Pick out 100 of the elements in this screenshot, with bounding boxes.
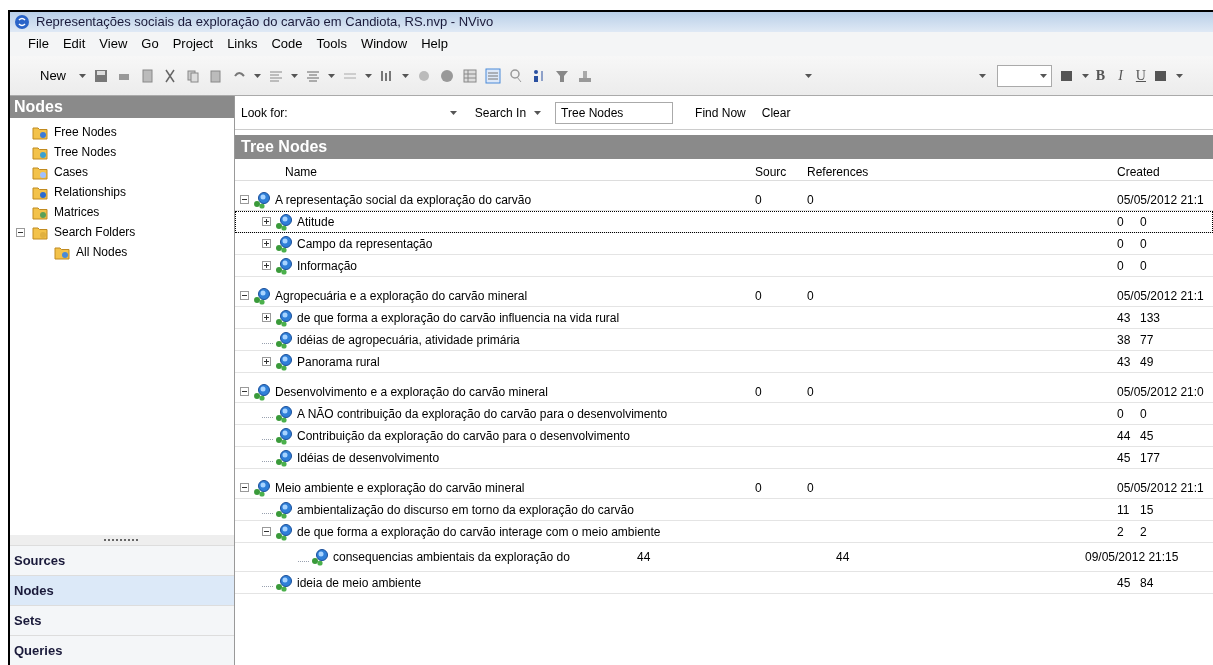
table-cell-text: 0 xyxy=(1117,213,1125,231)
caret-icon[interactable] xyxy=(291,73,298,78)
nav-button[interactable]: Queries xyxy=(10,635,234,665)
caret-icon[interactable] xyxy=(449,110,457,115)
sidebar-item[interactable]: Cases xyxy=(32,162,234,182)
table-cell-text: 0 xyxy=(807,383,815,401)
table-cell-text: 84 xyxy=(1140,574,1155,592)
caret-icon[interactable] xyxy=(365,73,372,78)
node-name: A representação social da exploração do carvão xyxy=(275,191,532,209)
expander-icon[interactable] xyxy=(240,483,249,492)
folder-icon xyxy=(32,124,49,140)
tree-row[interactable]: de que forma a exploração do carvão influencia na vida rural 43 133 xyxy=(235,307,1213,329)
menu-item[interactable]: Window xyxy=(360,34,408,54)
node-icon xyxy=(275,330,293,349)
caret-icon[interactable] xyxy=(254,73,261,78)
tree-row[interactable]: A NÃO contribuição da exploração do carvão para o desenvolvimento 0 0 xyxy=(235,403,1213,425)
node-name: Atitude xyxy=(297,213,335,231)
menu-item[interactable]: Tools xyxy=(316,34,347,54)
tree-row[interactable]: de que forma a exploração do carvão interage com o meio ambiente 2 2 xyxy=(235,521,1213,543)
find-now-button[interactable]: Find Now xyxy=(695,103,746,122)
expander-icon[interactable] xyxy=(262,357,271,366)
caret-icon[interactable] xyxy=(1081,73,1089,78)
tree-row[interactable]: Panorama rural 43 49 xyxy=(235,351,1213,373)
node-icon xyxy=(275,426,293,445)
tree-row[interactable]: Desenvolvimento e a exploração do carvão mineral 0 0 05/05/2012 21:0 xyxy=(235,381,1213,403)
scope-field[interactable]: Tree Nodes xyxy=(555,101,674,124)
sidebar-item[interactable]: Relationships xyxy=(32,182,234,202)
menu-item[interactable]: Links xyxy=(227,34,258,54)
table-cell-text: 11 xyxy=(1117,501,1131,519)
menu-item[interactable]: Code xyxy=(271,34,303,54)
caret-icon[interactable] xyxy=(534,110,542,115)
node-icon xyxy=(275,308,293,327)
sidebar-item[interactable]: Free Nodes xyxy=(32,122,234,142)
column-header[interactable]: Sourc xyxy=(755,163,807,181)
table-cell-text: 0 xyxy=(755,191,763,209)
expander-icon[interactable] xyxy=(262,217,271,226)
new-button[interactable]: New xyxy=(40,65,66,86)
table-cell-text: 05/05/2012 21:1 xyxy=(1117,191,1205,209)
node-icon xyxy=(275,256,293,275)
menu-item[interactable]: File xyxy=(28,34,49,54)
bold-button[interactable]: B xyxy=(1095,65,1106,86)
tree-row[interactable]: Informação 0 0 xyxy=(235,255,1213,277)
tree-row[interactable]: A representação social da exploração do carvão 0 0 05/05/2012 21:1 xyxy=(235,189,1213,211)
dropdown-field[interactable] xyxy=(996,64,1052,87)
tree-row[interactable]: consequencias ambientais da exploração do 44 44 09/05/2012 21:15 xyxy=(235,543,1213,572)
menu-item[interactable]: Edit xyxy=(62,34,86,54)
caret-icon[interactable] xyxy=(978,73,986,78)
tree-row[interactable]: Campo da representação 0 0 xyxy=(235,233,1213,255)
search-in-button[interactable]: Search In xyxy=(474,103,527,122)
expander-icon[interactable] xyxy=(16,227,25,237)
tree-row[interactable]: Meio ambiente e exploração do carvão mineral 0 0 05/05/2012 21:1 xyxy=(235,477,1213,499)
column-header[interactable]: References xyxy=(807,163,1117,181)
nav-button[interactable]: Sets xyxy=(10,605,234,635)
sidebar-item[interactable]: Matrices xyxy=(32,202,234,222)
tree-row[interactable]: Atitude 0 0 xyxy=(235,211,1213,233)
caret-icon[interactable] xyxy=(79,73,86,78)
node-icon xyxy=(275,234,293,253)
folder-icon xyxy=(32,204,49,220)
caret-icon[interactable] xyxy=(402,73,409,78)
tree-row[interactable]: idéias de agropecuária, atividade primária 38 77 xyxy=(235,329,1213,351)
tree-row[interactable]: ideia de meio ambiente 45 84 xyxy=(235,572,1213,594)
node-icon xyxy=(275,573,293,592)
app-logo-icon xyxy=(14,14,30,30)
caret-icon[interactable] xyxy=(328,73,335,78)
table-cell-text: 2 xyxy=(1117,523,1125,541)
expander-icon[interactable] xyxy=(240,291,249,300)
underline-button[interactable]: U xyxy=(1135,65,1146,86)
sidebar-item[interactable]: All Nodes xyxy=(32,242,234,262)
caret-icon[interactable] xyxy=(1039,73,1047,78)
window-title: Representações sociais da exploração do carvão em Candiota, RS.nvp - NVivo xyxy=(36,13,494,32)
menu-item[interactable]: View xyxy=(99,34,128,54)
caret-icon[interactable] xyxy=(1176,73,1183,78)
cut-icon[interactable] xyxy=(162,67,178,84)
tree-row[interactable]: Contribuição da exploração do carvão para o desenvolvimento 44 45 xyxy=(235,425,1213,447)
clear-button[interactable]: Clear xyxy=(761,103,791,122)
expander-icon[interactable] xyxy=(262,527,271,536)
menu-item[interactable]: Go xyxy=(141,34,159,54)
expander-icon[interactable] xyxy=(262,239,271,248)
sidebar-item[interactable]: Search Folders xyxy=(32,222,234,242)
table-cell-text: 05/05/2012 21:0 xyxy=(1117,383,1205,401)
node-name: Desenvolvimento e a exploração do carvão mineral xyxy=(275,383,548,401)
folder-icon xyxy=(32,224,49,240)
expander-icon[interactable] xyxy=(262,261,271,270)
caret-icon[interactable] xyxy=(805,73,813,78)
expander-icon[interactable] xyxy=(262,313,271,322)
tree-row[interactable]: Idéias de desenvolvimento 45 177 xyxy=(235,447,1213,469)
tree-row[interactable]: ambientalização do discurso em torno da exploração do carvão 11 15 xyxy=(235,499,1213,521)
nav-button[interactable]: Sources xyxy=(10,545,234,575)
expander-icon[interactable] xyxy=(240,387,249,396)
sidebar-item[interactable]: Tree Nodes xyxy=(32,142,234,162)
expander-icon[interactable] xyxy=(240,195,249,204)
column-header[interactable]: Name xyxy=(240,163,755,181)
node-icon xyxy=(253,190,271,209)
menu-item[interactable]: Project xyxy=(172,34,214,54)
nav-button[interactable]: Nodes xyxy=(10,575,234,605)
save-icon[interactable] xyxy=(93,67,109,84)
column-header[interactable]: Created xyxy=(1117,163,1208,181)
tree-row[interactable]: Agropecuária e a exploração do carvão mineral 0 0 05/05/2012 21:1 xyxy=(235,285,1213,307)
italic-button[interactable]: I xyxy=(1118,65,1123,86)
menu-item[interactable]: Help xyxy=(421,34,448,54)
